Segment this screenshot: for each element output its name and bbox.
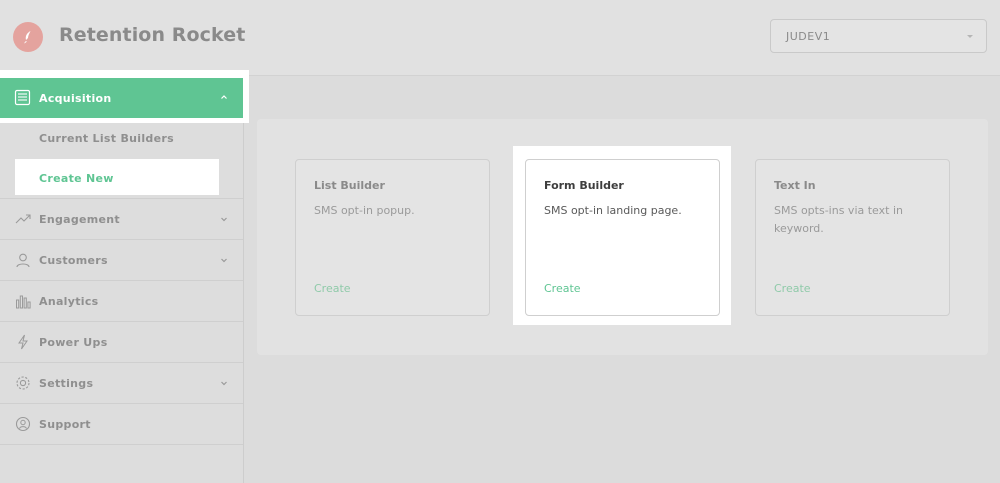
sidebar-item-engagement[interactable]: Engagement [0,198,243,239]
sidebar-item-label: Customers [39,254,108,267]
sidebar-subitem-current-list-builders[interactable]: Current List Builders [39,132,174,145]
card-title: Text In [774,179,816,192]
trend-icon [15,214,31,224]
sidebar-item-label: Engagement [39,213,120,226]
create-link[interactable]: Create [544,282,581,295]
card-form-builder[interactable]: Form Builder SMS opt-in landing page. Cr… [525,159,720,316]
account-select-value: JUDEV1 [786,30,831,43]
create-link[interactable]: Create [774,282,811,295]
sidebar-item-label: Settings [39,377,94,390]
top-header: Retention Rocket JUDEV1 [0,0,1000,76]
card-text-in[interactable]: Text In SMS opts-ins via text in keyword… [755,159,950,316]
brand-logo-icon[interactable] [13,22,43,52]
card-title: List Builder [314,179,385,192]
card-description: SMS opt-in landing page. [544,204,682,217]
card-title: Form Builder [544,179,624,192]
chevron-down-icon [221,217,227,222]
card-description: SMS opts-ins via text in keyword. [774,204,903,235]
sidebar-item-label: Analytics [39,295,99,308]
sidebar-subitem-label: Create New [39,172,114,185]
sidebar-item-label: Power Ups [39,336,108,349]
card-description: SMS opt-in popup. [314,204,415,217]
sidebar-subitem-create-new[interactable]: Create New [15,159,219,195]
brand-name: Retention Rocket [59,24,246,46]
sidebar-item-settings[interactable]: Settings [0,362,243,403]
sidebar-item-support[interactable]: Support [0,403,243,444]
sidebar-item-acquisition[interactable]: Acquisition [0,78,243,118]
document-list-icon [14,89,31,106]
sidebar-item-analytics[interactable]: Analytics [0,280,243,321]
gear-icon [16,376,30,390]
account-select[interactable]: JUDEV1 [770,19,987,53]
user-icon [16,253,30,268]
sidebar-item-customers[interactable]: Customers [0,239,243,280]
chevron-down-icon [221,258,227,263]
chevron-up-icon [221,95,227,99]
create-link[interactable]: Create [314,282,351,295]
chevron-down-icon [221,381,227,386]
rocket-icon [24,31,31,44]
bar-chart-icon [16,295,31,309]
sidebar-item-label: Acquisition [39,92,112,105]
bolt-icon [18,334,28,350]
sidebar-item-power-ups[interactable]: Power Ups [0,321,243,362]
chevron-down-icon [967,35,973,38]
card-list-builder[interactable]: List Builder SMS opt-in popup. Create [295,159,490,316]
sidebar-item-label: Support [39,418,91,431]
support-icon [15,416,31,432]
sidebar-divider [0,444,243,445]
